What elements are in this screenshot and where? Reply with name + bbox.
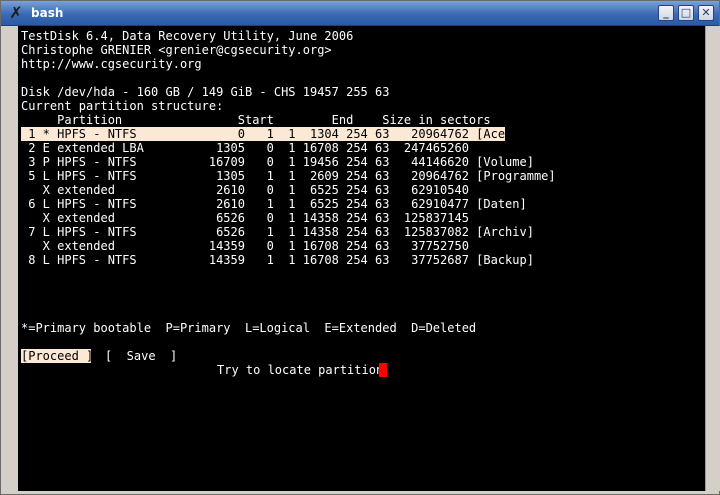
- partition-row[interactable]: 7 L HPFS - NTFS 6526 1 1 14358 254 63 12…: [21, 225, 534, 239]
- partition-row[interactable]: 3 P HPFS - NTFS 16709 0 1 19456 254 63 4…: [21, 155, 534, 169]
- hint-text: Try to locate partition: [217, 363, 384, 377]
- partition-row[interactable]: 2 E extended LBA 1305 0 1 16708 254 63 2…: [21, 141, 469, 155]
- title-bar[interactable]: ✗ bash _ □ ✕: [1, 1, 719, 26]
- partition-row[interactable]: X extended 2610 0 1 6525 254 63 62910540: [21, 183, 469, 197]
- terminal-scrollbar[interactable]: [705, 26, 720, 491]
- save-button[interactable]: [ Save ]: [105, 349, 177, 363]
- disk-info: Disk /dev/hda - 160 GB / 149 GiB - CHS 1…: [21, 85, 390, 99]
- app-header-line: TestDisk 6.4, Data Recovery Utility, Jun…: [21, 29, 354, 43]
- text-cursor: [379, 363, 387, 377]
- partition-row[interactable]: X extended 14359 0 1 16708 254 63 377527…: [21, 239, 469, 253]
- partition-row[interactable]: X extended 6526 0 1 14358 254 63 1258371…: [21, 211, 469, 225]
- minimize-button[interactable]: _: [658, 5, 674, 21]
- legend-line: *=Primary bootable P=Primary L=Logical E…: [21, 321, 477, 335]
- website-line: http://www.cgsecurity.org: [21, 57, 202, 71]
- terminal-window: ✗ bash _ □ ✕ TestDisk 6.4, Data Recovery…: [0, 0, 720, 495]
- partition-row[interactable]: 1 * HPFS - NTFS 0 1 1 1304 254 63 209647…: [21, 127, 519, 141]
- table-header: Partition Start End Size in sectors: [21, 113, 491, 127]
- maximize-button[interactable]: □: [678, 5, 694, 21]
- close-button[interactable]: ✕: [698, 5, 714, 21]
- partition-row[interactable]: 8 L HPFS - NTFS 14359 1 1 16708 254 63 3…: [21, 253, 534, 267]
- author-line: Christophe GRENIER <grenier@cgsecurity.o…: [21, 43, 332, 57]
- window-title: bash: [31, 6, 64, 20]
- proceed-button[interactable]: [Proceed ]: [21, 349, 93, 363]
- partition-row[interactable]: 5 L HPFS - NTFS 1305 1 1 2609 254 63 209…: [21, 169, 555, 183]
- terminal-screen[interactable]: TestDisk 6.4, Data Recovery Utility, Jun…: [18, 26, 705, 491]
- partition-row[interactable]: 6 L HPFS - NTFS 2610 1 1 6525 254 63 629…: [21, 197, 527, 211]
- structure-label: Current partition structure:: [21, 99, 224, 113]
- window-left-frame: [1, 26, 18, 491]
- x-logo-icon[interactable]: ✗: [7, 4, 25, 22]
